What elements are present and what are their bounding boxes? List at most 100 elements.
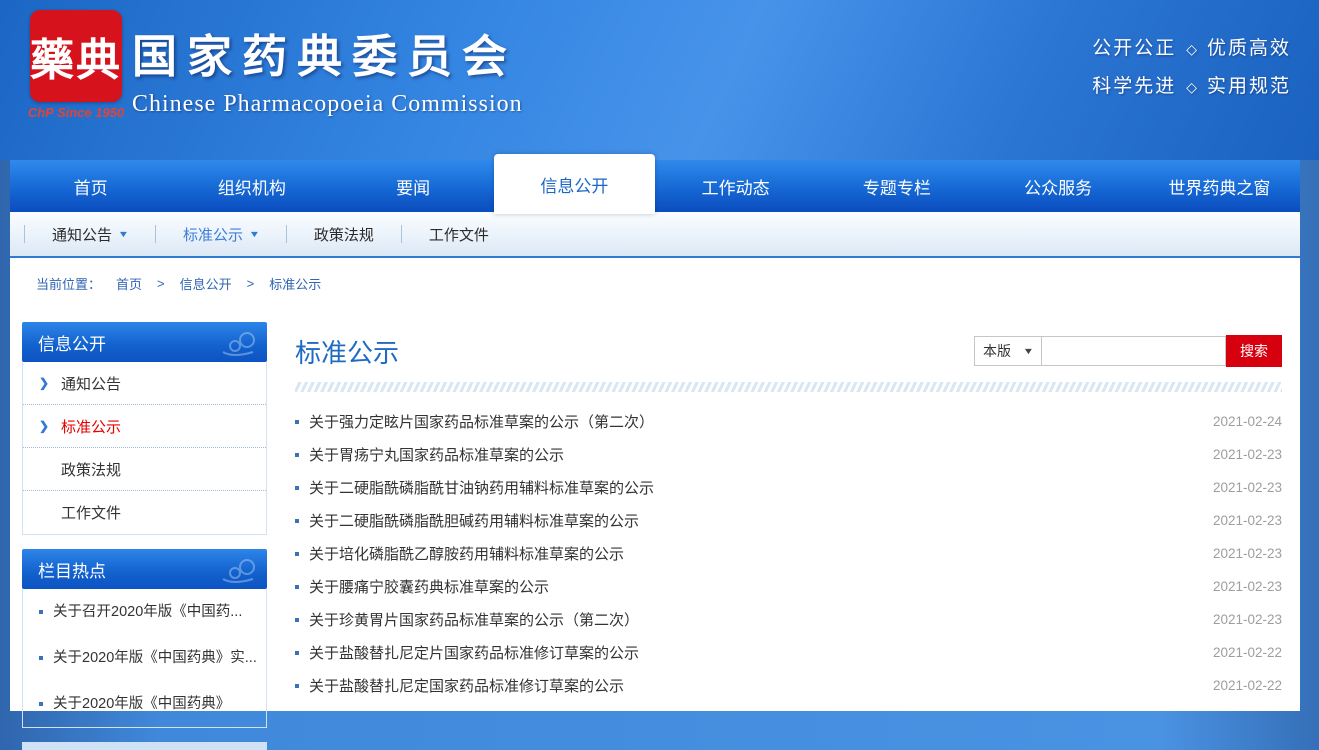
sub-nav: 通知公告 ▼ 标准公示 ▼ 政策法规 工作文件: [10, 212, 1300, 258]
list-item: 关于胃疡宁丸国家药品标准草案的公示 2021-02-23: [295, 438, 1282, 471]
sidebar-item-work-documents[interactable]: ❯ 工作文件: [23, 491, 266, 534]
list-item: 关于二硬脂酰磷脂酰胆碱药用辅料标准草案的公示 2021-02-23: [295, 504, 1282, 537]
list-item: 关于二硬脂酰磷脂酰甘油钠药用辅料标准草案的公示 2021-02-23: [295, 471, 1282, 504]
announcement-date: 2021-02-24: [1190, 414, 1282, 429]
subnav-label: 通知公告: [52, 224, 112, 245]
hot-topic-label: 关于2020年版《中国药典》实...: [53, 647, 257, 669]
bullet-icon: [295, 618, 299, 622]
site-title-block: 国家药典委员会 Chinese Pharmacopoeia Commission: [132, 20, 523, 118]
hot-topic-item[interactable]: 关于2020年版《中国药典》实...: [23, 635, 266, 681]
announcement-link[interactable]: 关于珍黄胃片国家药品标准草案的公示（第二次）: [309, 609, 1190, 630]
announcement-link[interactable]: 关于二硬脂酰磷脂酰甘油钠药用辅料标准草案的公示: [309, 477, 1190, 498]
breadcrumb-standard-publicity[interactable]: 标准公示: [269, 274, 321, 293]
hatched-divider: [295, 382, 1282, 392]
main-nav: 首页 组织机构 要闻 信息公开 工作动态 专题专栏 公众服务 世界药典之窗: [10, 160, 1300, 212]
diamond-icon: ◇: [1176, 79, 1207, 95]
nav-item-news[interactable]: 要闻: [333, 160, 494, 212]
announcement-date: 2021-02-23: [1190, 480, 1282, 495]
sidebar-item-label: 政策法规: [61, 459, 121, 480]
search-scope-select[interactable]: 本版 ▼: [974, 336, 1042, 366]
site-header: 藥典 ChP Since 1950 国家药典委员会 Chinese Pharma…: [0, 0, 1319, 160]
subnav-item-notices[interactable]: 通知公告 ▼: [24, 225, 155, 243]
seal-caption: ChP Since 1950: [24, 105, 128, 120]
sidebar: 信息公开 ❯ 通知公告 ❯ 标准公示 ❯ 政策法规: [22, 322, 267, 711]
announcement-date: 2021-02-23: [1190, 612, 1282, 627]
nav-item-public-service[interactable]: 公众服务: [978, 160, 1139, 212]
caret-down-icon: ▼: [249, 229, 261, 239]
page-title: 标准公示: [295, 333, 399, 370]
announcement-date: 2021-02-23: [1190, 447, 1282, 462]
bullet-icon: [295, 420, 299, 424]
chevron-right-icon: ❯: [39, 376, 51, 390]
sidebar-section-information: 信息公开 ❯ 通知公告 ❯ 标准公示 ❯ 政策法规: [22, 322, 267, 535]
slogan-line-2: 科学先进◇实用规范: [1092, 68, 1291, 106]
sidebar-item-notices[interactable]: ❯ 通知公告: [23, 362, 266, 405]
list-item: 关于盐酸替扎尼定国家药品标准修订草案的公示 2021-02-22: [295, 669, 1282, 702]
subnav-label: 标准公示: [183, 224, 243, 245]
sidebar-item-standard-publicity[interactable]: ❯ 标准公示: [23, 405, 266, 448]
hot-topics-list: 关于召开2020年版《中国药... 关于2020年版《中国药典》实... 关于2…: [22, 589, 267, 728]
announcement-date: 2021-02-22: [1190, 645, 1282, 660]
breadcrumb: 当前位置： 首页 > 信息公开 > 标准公示: [10, 258, 1300, 308]
caret-down-icon: ▼: [1023, 346, 1035, 356]
announcement-date: 2021-02-22: [1190, 678, 1282, 693]
diamond-icon: ◇: [1176, 41, 1207, 57]
breadcrumb-information-disclosure[interactable]: 信息公开: [180, 274, 232, 293]
breadcrumb-home[interactable]: 首页: [116, 274, 142, 293]
sidebar-item-label: 标准公示: [61, 416, 121, 437]
header-slogans: 公开公正◇优质高效 科学先进◇实用规范: [1092, 30, 1291, 106]
bullet-icon: [39, 702, 43, 706]
subnav-item-work-documents[interactable]: 工作文件: [401, 225, 516, 243]
announcement-link[interactable]: 关于盐酸替扎尼定片国家药品标准修订草案的公示: [309, 642, 1190, 663]
hot-topic-item[interactable]: 关于2020年版《中国药典》: [23, 681, 266, 727]
announcement-link[interactable]: 关于盐酸替扎尼定国家药品标准修订草案的公示: [309, 675, 1190, 696]
list-item: 关于腰痛宁胶囊药典标准草案的公示 2021-02-23: [295, 570, 1282, 603]
bullet-icon: [295, 486, 299, 490]
sidebar-item-label: 工作文件: [61, 502, 121, 523]
search-button[interactable]: 搜索: [1226, 335, 1282, 367]
hot-topic-label: 关于召开2020年版《中国药...: [53, 601, 242, 623]
nav-item-home[interactable]: 首页: [10, 160, 171, 212]
sidebar-section-hot-topics: 栏目热点 关于召开2020年版《中国药... 关于2020年版《中国药典》实..…: [22, 549, 267, 728]
site-subtitle: Chinese Pharmacopoeia Commission: [132, 91, 523, 118]
announcement-link[interactable]: 关于培化磷脂酰乙醇胺药用辅料标准草案的公示: [309, 543, 1190, 564]
nav-item-work-updates[interactable]: 工作动态: [655, 160, 816, 212]
list-item: 关于强力定眩片国家药品标准草案的公示（第二次） 2021-02-24: [295, 405, 1282, 438]
bullet-icon: [295, 453, 299, 457]
bullet-icon: [39, 656, 43, 660]
announcement-link[interactable]: 关于腰痛宁胶囊药典标准草案的公示: [309, 576, 1190, 597]
subnav-label: 工作文件: [429, 224, 489, 245]
subnav-item-policies[interactable]: 政策法规: [286, 225, 401, 243]
main-content: 标准公示 本版 ▼ 搜索 关于强力定眩片国家药品标准草案的公示（第二次） 202…: [267, 322, 1286, 711]
announcement-date: 2021-02-23: [1190, 513, 1282, 528]
site-logo[interactable]: 藥典 ChP Since 1950: [24, 10, 128, 120]
announcement-date: 2021-02-23: [1190, 546, 1282, 561]
sidebar-section-header: 信息公开: [22, 322, 267, 362]
chevron-right-icon: ❯: [39, 419, 51, 433]
search-bar: 本版 ▼ 搜索: [974, 335, 1282, 367]
announcement-date: 2021-02-23: [1190, 579, 1282, 594]
nav-item-world-pharmacopoeia[interactable]: 世界药典之窗: [1139, 160, 1300, 212]
announcement-list: 关于强力定眩片国家药品标准草案的公示（第二次） 2021-02-24 关于胃疡宁…: [295, 405, 1282, 702]
list-item: 关于盐酸替扎尼定片国家药品标准修订草案的公示 2021-02-22: [295, 636, 1282, 669]
subnav-item-standard-publicity[interactable]: 标准公示 ▼: [155, 225, 286, 243]
hot-topic-item[interactable]: 关于召开2020年版《中国药...: [23, 589, 266, 635]
announcement-link[interactable]: 关于强力定眩片国家药品标准草案的公示（第二次）: [309, 411, 1190, 432]
subnav-label: 政策法规: [314, 224, 374, 245]
sidebar-section-header: 栏目热点: [22, 549, 267, 589]
nav-item-special-topics[interactable]: 专题专栏: [816, 160, 977, 212]
page-body: 信息公开 ❯ 通知公告 ❯ 标准公示 ❯ 政策法规: [10, 308, 1300, 711]
list-item: 关于培化磷脂酰乙醇胺药用辅料标准草案的公示 2021-02-23: [295, 537, 1282, 570]
sidebar-section-title: 栏目热点: [38, 557, 106, 582]
announcement-link[interactable]: 关于胃疡宁丸国家药品标准草案的公示: [309, 444, 1190, 465]
sidebar-item-policies[interactable]: ❯ 政策法规: [23, 448, 266, 491]
nav-item-organization[interactable]: 组织机构: [171, 160, 332, 212]
list-item: 关于珍黄胃片国家药品标准草案的公示（第二次） 2021-02-23: [295, 603, 1282, 636]
nav-item-information-disclosure[interactable]: 信息公开: [494, 154, 655, 214]
search-input[interactable]: [1042, 336, 1226, 366]
sidebar-menu: ❯ 通知公告 ❯ 标准公示 ❯ 政策法规 ❯ 工作文件: [22, 362, 267, 535]
breadcrumb-separator: >: [247, 276, 255, 291]
announcement-link[interactable]: 关于二硬脂酰磷脂酰胆碱药用辅料标准草案的公示: [309, 510, 1190, 531]
site-title: 国家药典委员会: [132, 20, 523, 85]
sidebar-next-section-edge: [22, 742, 267, 750]
